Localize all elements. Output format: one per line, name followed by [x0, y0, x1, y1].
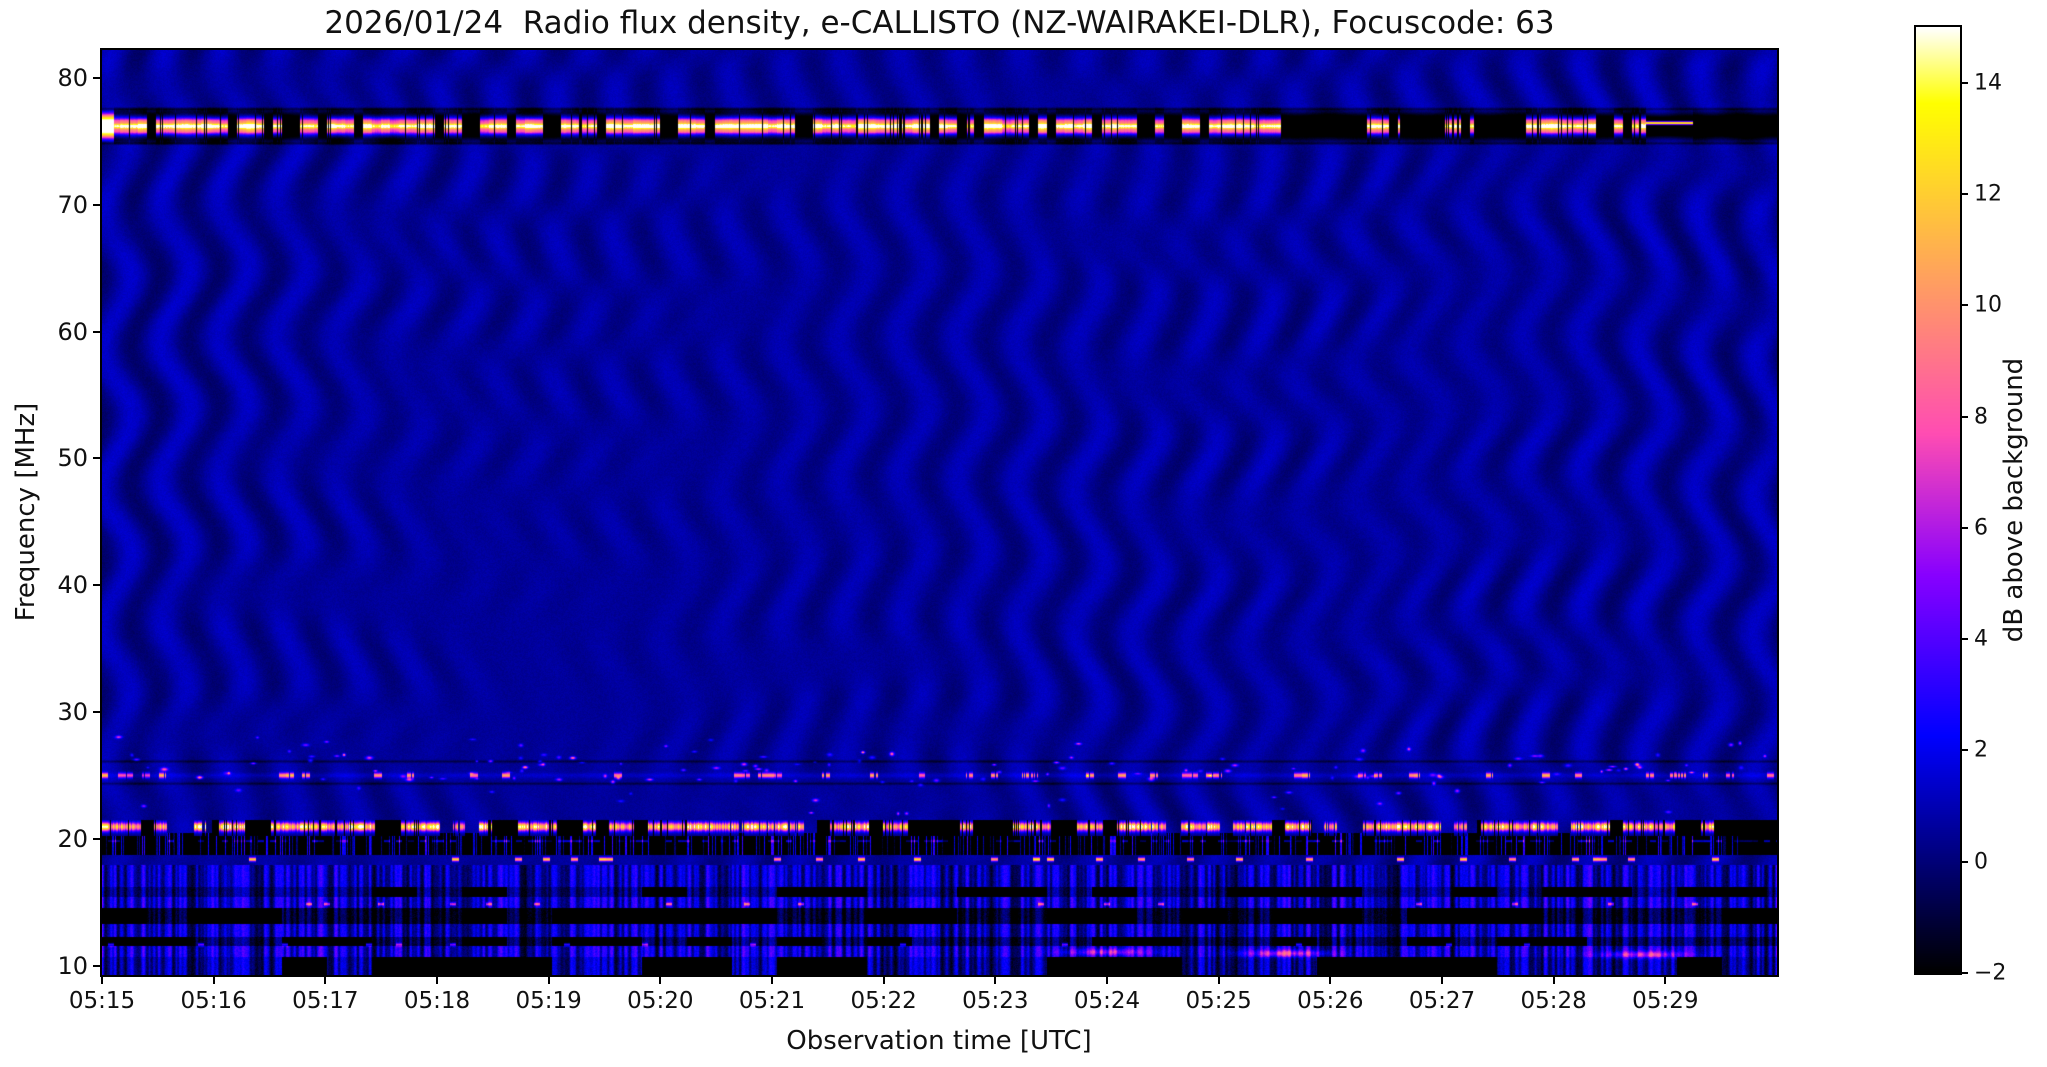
colorbar-tick-label: 10	[1974, 292, 2002, 318]
x-tick-label: 05:26	[1297, 988, 1364, 1014]
colorbar-tick-label: 2	[1974, 737, 1988, 763]
x-tick-mark	[436, 975, 438, 984]
y-tick-label: 60	[57, 317, 88, 346]
x-tick-mark	[1329, 975, 1332, 984]
colorbar-tick-mark	[1960, 526, 1968, 529]
colorbar-tick-label: 6	[1974, 515, 1988, 541]
x-tick-label: 05:15	[68, 988, 136, 1014]
x-tick-label: 05:18	[403, 988, 471, 1014]
x-tick-label: 05:21	[738, 988, 806, 1014]
x-tick-mark	[1664, 975, 1667, 984]
colorbar-tick-mark	[1960, 972, 1968, 974]
x-tick-label: 05:16	[180, 988, 247, 1014]
x-tick-label: 05:17	[292, 988, 359, 1014]
y-tick-mark	[93, 584, 102, 587]
y-tick-label: 70	[57, 190, 88, 219]
colorbar-gradient	[1916, 27, 1960, 973]
x-tick-mark	[212, 975, 215, 984]
chart-title: 2026/01/24 Radio flux density, e-CALLIST…	[324, 5, 1555, 41]
x-tick-label: 05:22	[850, 988, 917, 1014]
plot-frame	[100, 48, 1779, 977]
y-tick-label: 30	[57, 698, 88, 727]
colorbar-tick-mark	[1960, 860, 1968, 863]
x-tick-mark	[1552, 975, 1555, 984]
x-tick-mark	[324, 975, 327, 984]
y-tick-label: 80	[57, 64, 88, 93]
colorbar-tick-label: 14	[1974, 70, 2002, 96]
colorbar-tick-mark	[1960, 638, 1968, 641]
y-tick-mark	[93, 77, 102, 80]
colorbar-tick-label: 8	[1974, 404, 1988, 430]
colorbar-tick-mark	[1960, 192, 1968, 195]
x-tick-label: 05:27	[1408, 988, 1476, 1014]
colorbar-frame	[1914, 25, 1962, 975]
x-tick-label: 05:28	[1520, 988, 1587, 1014]
x-tick-label: 05:29	[1632, 988, 1699, 1014]
y-tick-mark	[93, 457, 102, 460]
colorbar-tick-label: 0	[1974, 849, 1988, 875]
x-tick-label: 05:24	[1073, 988, 1141, 1014]
x-tick-mark	[994, 975, 997, 984]
x-tick-mark	[882, 975, 885, 984]
x-tick-label: 05:20	[627, 988, 694, 1014]
y-tick-mark	[93, 330, 102, 333]
x-tick-label: 05:25	[1185, 988, 1252, 1014]
colorbar-tick-mark	[1960, 81, 1968, 84]
colorbar-label: dB above background	[1999, 357, 2029, 643]
x-tick-mark	[1106, 975, 1108, 984]
x-tick-mark	[547, 975, 550, 984]
spectrogram-heatmap	[102, 50, 1777, 975]
colorbar-tick-label: 12	[1974, 181, 2002, 207]
x-axis-label: Observation time [UTC]	[786, 1026, 1092, 1056]
x-tick-mark	[1441, 975, 1443, 984]
y-tick-label: 40	[57, 571, 88, 600]
y-tick-mark	[93, 711, 102, 714]
y-tick-mark	[93, 203, 102, 206]
colorbar-tick-mark	[1960, 304, 1968, 307]
colorbar-tick-mark	[1960, 749, 1968, 752]
x-tick-label: 05:19	[515, 988, 582, 1014]
colorbar-tick-mark	[1960, 415, 1968, 418]
colorbar-tick-label: 4	[1974, 626, 1988, 652]
colorbar-tick-label: −2	[1974, 960, 2007, 986]
x-tick-mark	[1217, 975, 1220, 984]
x-tick-mark	[101, 975, 103, 984]
y-tick-label: 50	[57, 444, 88, 473]
spectrogram-figure: 2026/01/24 Radio flux density, e-CALLIST…	[0, 0, 2047, 1067]
y-tick-mark	[93, 964, 102, 967]
y-tick-label: 10	[57, 951, 88, 980]
y-axis-label: Frequency [MHz]	[11, 402, 41, 622]
y-tick-mark	[93, 837, 102, 840]
y-tick-label: 20	[57, 824, 88, 853]
x-tick-mark	[659, 975, 662, 984]
x-tick-label: 05:23	[962, 988, 1029, 1014]
x-tick-mark	[771, 975, 773, 984]
